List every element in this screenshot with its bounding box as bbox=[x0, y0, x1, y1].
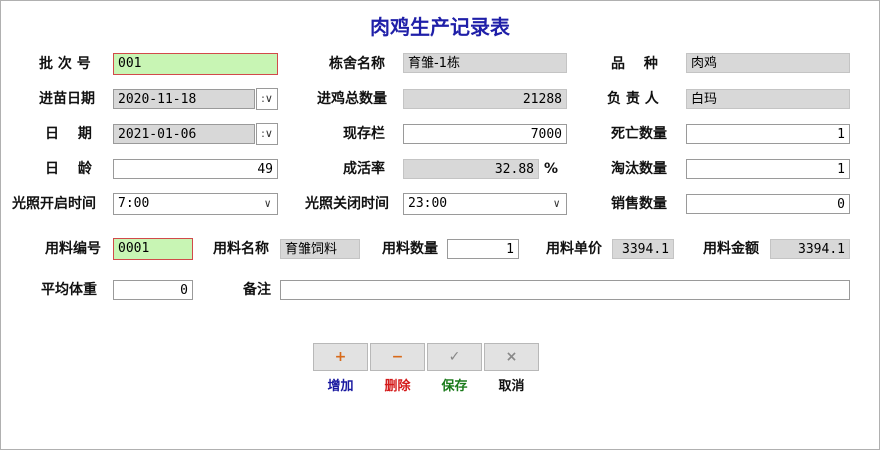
cancel-button[interactable]: × bbox=[484, 343, 539, 371]
feed-amount-field: 3394.1 bbox=[770, 239, 850, 259]
light-off-label: 光照关闭时间 bbox=[305, 196, 389, 212]
batch-input[interactable]: 001 bbox=[113, 53, 278, 75]
cull-label: 淘汰数量 bbox=[611, 161, 667, 177]
spin-icon: :∨ bbox=[261, 127, 273, 140]
entry-date-input[interactable]: 2020-11-18 bbox=[113, 89, 255, 109]
avg-weight-label: 平均体重 bbox=[41, 282, 97, 298]
avg-weight-input[interactable]: 0 bbox=[113, 280, 193, 300]
chevron-down-icon: ∨ bbox=[553, 197, 560, 210]
remark-input[interactable] bbox=[280, 280, 850, 300]
chevron-down-icon: ∨ bbox=[264, 197, 271, 210]
date-label: 日 期 bbox=[45, 126, 92, 142]
death-label: 死亡数量 bbox=[611, 126, 667, 142]
light-on-label: 光照开启时间 bbox=[12, 196, 96, 212]
date-input[interactable]: 2021-01-06 bbox=[113, 124, 255, 144]
house-field: 育雏-1栋 bbox=[403, 53, 567, 73]
sales-input[interactable]: 0 bbox=[686, 194, 850, 214]
age-label: 日 龄 bbox=[45, 161, 92, 177]
cull-input[interactable]: 1 bbox=[686, 159, 850, 179]
stock-input[interactable]: 7000 bbox=[403, 124, 567, 144]
light-on-value: 7:00 bbox=[118, 196, 150, 211]
delete-button-label[interactable]: 删除 bbox=[370, 375, 425, 394]
feed-amount-label: 用料金额 bbox=[703, 241, 759, 257]
survival-label: 成活率 bbox=[343, 161, 385, 177]
sales-label: 销售数量 bbox=[611, 196, 667, 212]
entry-date-label: 进苗日期 bbox=[39, 91, 95, 107]
total-field: 21288 bbox=[403, 89, 567, 109]
death-input[interactable]: 1 bbox=[686, 124, 850, 144]
save-button-label[interactable]: 保存 bbox=[427, 375, 482, 394]
feed-name-field: 育雏饲料 bbox=[280, 239, 360, 259]
feed-code-label: 用料编号 bbox=[45, 241, 101, 257]
feed-code-input[interactable]: 0001 bbox=[113, 238, 193, 260]
survival-unit: % bbox=[544, 161, 559, 177]
house-label: 栋舍名称 bbox=[329, 56, 385, 72]
remark-label: 备注 bbox=[243, 282, 271, 298]
age-input[interactable]: 49 bbox=[113, 159, 278, 179]
entry-date-spinner[interactable]: :∨ bbox=[256, 88, 278, 110]
feed-price-label: 用料单价 bbox=[546, 241, 602, 257]
light-off-value: 23:00 bbox=[408, 196, 448, 211]
delete-button[interactable]: − bbox=[370, 343, 425, 371]
save-button[interactable]: ✓ bbox=[427, 343, 482, 371]
check-icon: ✓ bbox=[448, 349, 461, 365]
breed-label: 品 种 bbox=[611, 56, 658, 72]
cancel-button-label[interactable]: 取消 bbox=[484, 375, 539, 394]
production-record-window: 肉鸡生产记录表 批 次 号 001 栋舍名称 育雏-1栋 品 种 肉鸡 进苗日期… bbox=[0, 0, 880, 450]
stock-label: 现存栏 bbox=[343, 126, 385, 142]
total-label: 进鸡总数量 bbox=[317, 91, 387, 107]
feed-qty-label: 用料数量 bbox=[382, 241, 438, 257]
spin-icon: :∨ bbox=[261, 92, 273, 105]
owner-label: 负 责 人 bbox=[607, 91, 659, 107]
close-icon: × bbox=[505, 349, 518, 365]
owner-field: 白玛 bbox=[686, 89, 850, 109]
add-button[interactable]: + bbox=[313, 343, 368, 371]
date-spinner[interactable]: :∨ bbox=[256, 123, 278, 145]
page-title: 肉鸡生产记录表 bbox=[370, 15, 510, 39]
feed-price-field: 3394.1 bbox=[612, 239, 674, 259]
feed-name-label: 用料名称 bbox=[213, 241, 269, 257]
batch-label: 批 次 号 bbox=[39, 56, 91, 72]
light-off-select[interactable]: 23:00 ∨ bbox=[403, 193, 567, 215]
plus-icon: + bbox=[334, 349, 347, 365]
survival-field: 32.88 bbox=[403, 159, 539, 179]
feed-qty-input[interactable]: 1 bbox=[447, 239, 519, 259]
light-on-select[interactable]: 7:00 ∨ bbox=[113, 193, 278, 215]
add-button-label[interactable]: 增加 bbox=[313, 375, 368, 394]
minus-icon: − bbox=[391, 349, 404, 365]
breed-field: 肉鸡 bbox=[686, 53, 850, 73]
